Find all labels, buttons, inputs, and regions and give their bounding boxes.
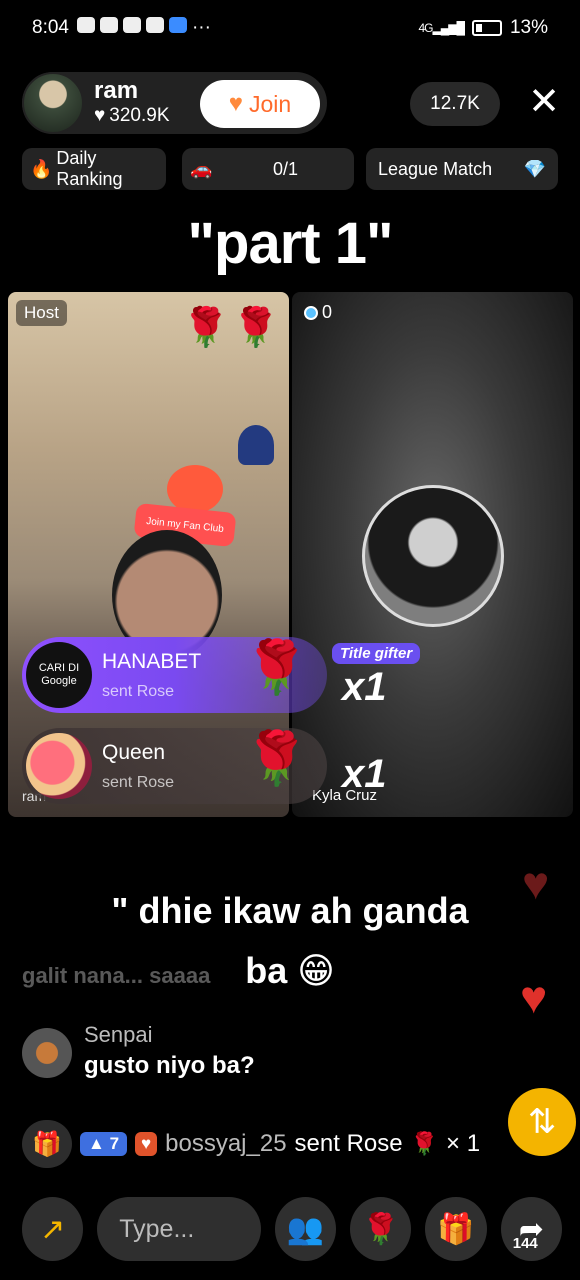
signal-icon: 4G▂▄▆█ [418, 21, 464, 35]
status-right: 4G▂▄▆█ 13% [418, 17, 548, 39]
rose-gift-button[interactable]: 🌹 [350, 1197, 412, 1261]
share-button[interactable]: ➦ 144 [500, 1197, 562, 1261]
gift-feed-user[interactable]: bossyaj_25 [165, 1130, 286, 1158]
league-match-chip[interactable]: League Match 💎 [366, 148, 558, 190]
clock: 8:04 [32, 17, 69, 38]
promote-button[interactable]: ↗ [22, 1197, 84, 1261]
rose-gift-icon: 🌹 [244, 639, 309, 697]
promote-icon: ↗ [40, 1212, 66, 1246]
title-gifter-badge: Title gifter [332, 643, 421, 664]
gift-text: HANABET sent Rose [102, 649, 201, 701]
flame-icon: 🔥 [30, 158, 53, 179]
match-progress-chip[interactable]: 🚗 0/1 [182, 148, 354, 190]
cloud-notification-icon [168, 17, 187, 33]
score-icon [304, 305, 318, 320]
rose-icon: 🌹 [410, 1131, 439, 1156]
battery-icon [471, 20, 502, 36]
guest-score-value: 0 [322, 302, 333, 322]
gift-sender-avatar[interactable] [26, 733, 92, 799]
messenger-notification-icon [122, 17, 141, 33]
gift-notification[interactable]: CARI DI Google HANABET sent Rose 🌹 [22, 637, 327, 713]
gift-sender-avatar[interactable]: CARI DI Google [26, 642, 92, 708]
caption-line-1: " dhie ikaw ah ganda [111, 890, 469, 931]
gift-button[interactable]: 🎁 [425, 1197, 487, 1261]
commenter-avatar[interactable] [22, 1028, 72, 1078]
car-icon: 🚗 [190, 158, 213, 179]
fan-heart-icon: ♥ [228, 90, 244, 117]
caption-line-2: ba 😁 [245, 950, 335, 991]
app-notification-icon [145, 17, 164, 33]
battery-percent: 13% [509, 17, 548, 38]
notification-icons: ··· [76, 17, 211, 39]
status-bar: 8:04 ··· 4G▂▄▆█ 13% [0, 0, 580, 56]
close-icon[interactable]: ✕ [522, 80, 566, 124]
gift-sender-name: Queen [102, 741, 166, 764]
gift-combo: x1 [342, 665, 387, 709]
chat-comment[interactable]: Senpai gusto niyo ba? [22, 1022, 255, 1080]
host-name: ram [94, 77, 139, 104]
guest-avatar[interactable] [362, 485, 504, 627]
gift-sender-name: HANABET [102, 650, 202, 673]
comment-body: Senpai gusto niyo ba? [84, 1022, 255, 1080]
multi-guest-button[interactable]: 👥 [274, 1197, 337, 1261]
gift-feed-combo: × 1 [446, 1130, 481, 1157]
share-count: 144 [512, 1235, 538, 1252]
join-button[interactable]: ♥ Join [200, 80, 320, 128]
stream-title: "part 1" [187, 211, 394, 276]
diamond-icon: 💎 [523, 158, 546, 179]
gift-notification[interactable]: Queen sent Rose 🌹 [22, 728, 327, 804]
host-avatar[interactable] [22, 72, 84, 134]
league-match-label: League Match [378, 158, 493, 179]
level-badge: ▲ 7 [80, 1132, 128, 1156]
rose-icon: 🌹 [232, 307, 280, 349]
viewer-count[interactable]: 12.7K [410, 82, 500, 126]
match-score: 0/1 [272, 158, 298, 179]
more-notifications-icon: ··· [191, 17, 211, 38]
repost-icon[interactable]: ⇅ [508, 1088, 576, 1156]
daily-ranking-label: Daily Ranking [56, 148, 123, 189]
host-tag: Host [16, 300, 67, 326]
rose-gift-icon: 🌹 [244, 730, 309, 788]
gift-combo: x1 [342, 752, 387, 796]
host-profile[interactable]: ram ♥ 320.9K ♥ Join [22, 72, 327, 134]
host-info: ram ♥ 320.9K [94, 78, 170, 128]
join-label: Join [249, 90, 292, 117]
gift-feed-row: 🎁 ▲ 7 ♥ bossyaj_25 sent Rose 🌹 × 1 [22, 1120, 542, 1168]
gift-action: sent Rose [102, 683, 175, 700]
fan-club-mascot-icon[interactable] [167, 465, 223, 513]
rose-icon: 🌹 [362, 1212, 400, 1246]
heart-icon: ♥ [94, 105, 106, 126]
bottom-bar: ↗ Type... 👥 🌹 🎁 ➦ 144 [22, 1196, 562, 1262]
guest-video-panel[interactable]: 0 Kyla Cruz [292, 292, 573, 817]
gift-text: Queen sent Rose [102, 740, 174, 792]
gift-icon: 🎁 [437, 1212, 475, 1246]
gift-box-icon[interactable]: 🎁 [22, 1120, 72, 1168]
comment-input[interactable]: Type... [97, 1197, 261, 1261]
people-icon: 👥 [286, 1212, 325, 1246]
rose-icon: 🌹 [182, 307, 230, 349]
gift-action: sent Rose [102, 774, 175, 791]
commenter-name: Senpai [84, 1022, 153, 1047]
daily-ranking-chip[interactable]: 🔥 Daily Ranking [22, 148, 166, 190]
cap-on-wall [238, 425, 274, 465]
gift-feed-action: sent Rose [294, 1130, 403, 1157]
comment-text: gusto niyo ba? [84, 1052, 255, 1079]
shop-notification-icon [99, 17, 118, 33]
guest-score: 0 [304, 302, 332, 323]
video-notification-icon [76, 17, 95, 33]
floating-heart-icon: ♥ [522, 857, 550, 909]
fan-level-badge: ♥ [135, 1132, 158, 1156]
floating-heart-icon: ♥ [520, 971, 548, 1023]
host-likes-count: 320.9K [109, 105, 170, 126]
host-likes: ♥ 320.9K [94, 104, 170, 128]
status-left: 8:04 ··· [32, 17, 211, 39]
